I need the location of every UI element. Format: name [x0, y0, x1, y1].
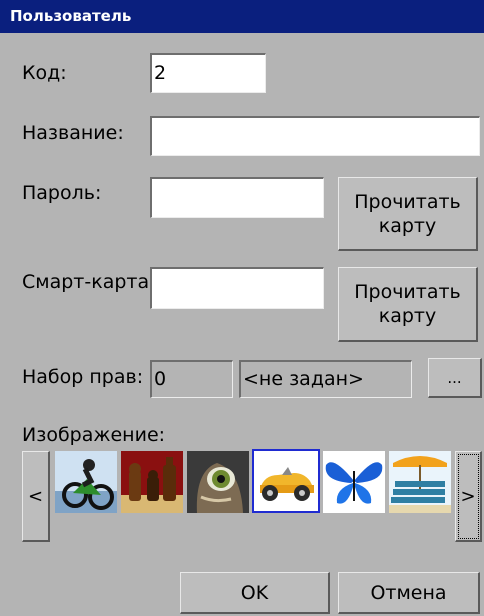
window-title: Пользователь	[0, 0, 484, 33]
rights-browse-button[interactable]: ...	[428, 358, 482, 398]
butterfly-icon[interactable]	[323, 451, 385, 513]
gallery-prev-button[interactable]: <	[22, 451, 50, 542]
cat-eye-icon[interactable]	[187, 451, 249, 513]
beach-chair-icon[interactable]	[389, 451, 451, 513]
read-card-button-password[interactable]: Прочитать карту	[338, 177, 478, 251]
smartcard-label: Смарт-карта:	[22, 271, 156, 293]
rights-label: Набор прав:	[22, 366, 144, 388]
name-field[interactable]	[150, 116, 480, 156]
smartcard-field[interactable]	[150, 267, 324, 309]
race-car-icon[interactable]	[252, 449, 320, 513]
rights-id-field: 0	[150, 360, 233, 398]
code-label: Код:	[22, 62, 67, 84]
gallery-next-button[interactable]: >	[455, 451, 482, 542]
rights-name-field: <не задан>	[239, 360, 412, 398]
cancel-button[interactable]: Отмена	[338, 572, 480, 614]
motocross-icon[interactable]	[55, 451, 117, 513]
password-label: Пароль:	[22, 182, 102, 204]
chess-icon[interactable]	[121, 451, 183, 513]
code-field[interactable]: 2	[150, 53, 266, 93]
ok-button[interactable]: OK	[180, 572, 330, 614]
image-label: Изображение:	[22, 424, 166, 446]
password-field[interactable]	[150, 177, 324, 218]
read-card-button-smartcard[interactable]: Прочитать карту	[338, 267, 478, 342]
name-label: Название:	[22, 122, 124, 144]
